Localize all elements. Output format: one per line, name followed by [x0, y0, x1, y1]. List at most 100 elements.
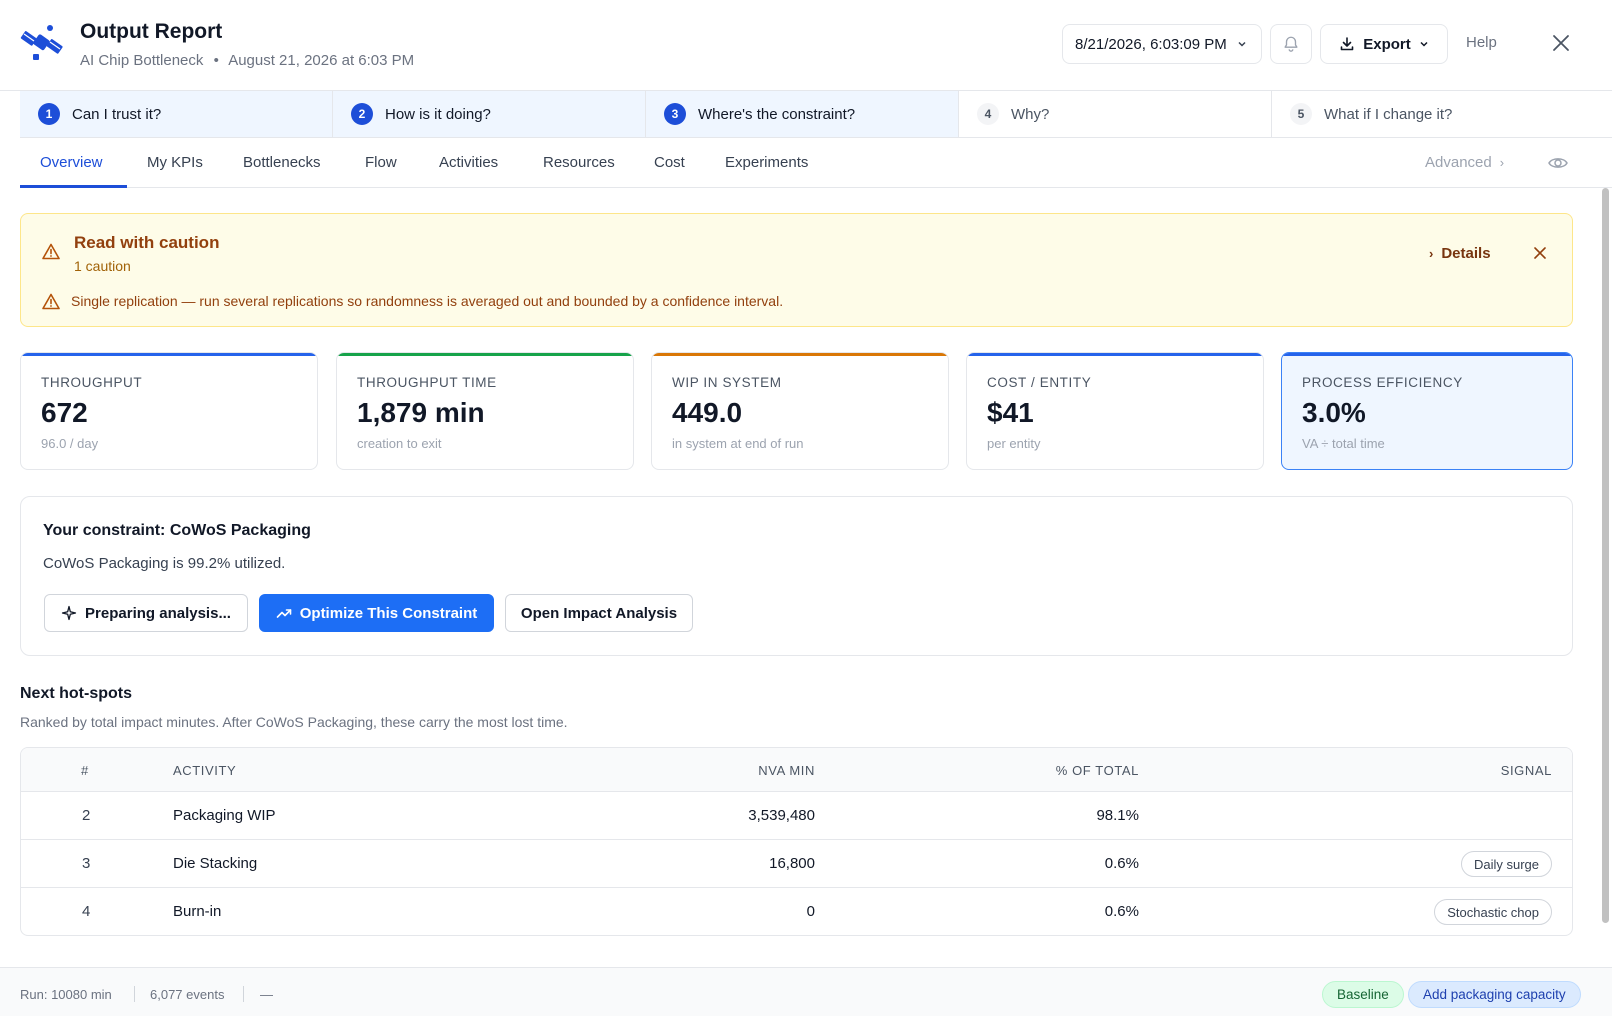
- tab-flow[interactable]: Flow: [365, 154, 397, 171]
- footer-divider: [134, 986, 135, 1002]
- row-activity: Burn-in: [173, 903, 222, 920]
- kpi-note: in system at end of run: [672, 436, 804, 451]
- kpi-label: WIP in System: [672, 375, 782, 390]
- row-nva: 3,539,480: [748, 807, 815, 824]
- sparkle-icon: [61, 605, 77, 621]
- details-label: Details: [1441, 245, 1491, 262]
- step-what-if[interactable]: 5 What if I change it?: [1272, 91, 1612, 137]
- kpi-value: 3.0%: [1302, 397, 1366, 428]
- kpi-card-throughput[interactable]: Throughput 672 96.0 / day: [20, 352, 318, 470]
- row-nva: 16,800: [769, 855, 815, 872]
- step-label: What if I change it?: [1324, 105, 1453, 123]
- footer-dash: —: [260, 987, 273, 1002]
- step-label: Can I trust it?: [72, 105, 162, 123]
- export-label: Export: [1363, 35, 1411, 53]
- step-number: 3: [664, 103, 686, 125]
- constraint-description: CoWoS Packaging is 99.2% utilized.: [43, 555, 286, 572]
- kpi-note: creation to exit: [357, 436, 442, 451]
- step-trust[interactable]: 1 Can I trust it?: [20, 91, 333, 137]
- kpi-card-cost[interactable]: Cost / Entity $41 per entity: [966, 352, 1264, 470]
- column-header-activity: Activity: [173, 763, 237, 778]
- close-icon[interactable]: [1532, 245, 1548, 261]
- table-header: # Activity NVA min % of total Signal: [21, 748, 1572, 792]
- page-scrollbar[interactable]: [1600, 188, 1610, 968]
- kpi-note: VA ÷ total time: [1302, 436, 1385, 451]
- step-constraint[interactable]: 3 Where's the constraint?: [646, 91, 959, 137]
- row-activity: Die Stacking: [173, 855, 258, 872]
- kpi-accent-bar: [652, 353, 948, 356]
- tab-my-kpis[interactable]: My KPIs: [147, 154, 203, 171]
- kpi-label: Throughput: [41, 375, 143, 390]
- table-row[interactable]: 4 Burn-in 0 0.6% Stochastic chop: [21, 888, 1572, 935]
- tab-overview[interactable]: Overview: [40, 154, 103, 171]
- details-button[interactable]: › Details: [1429, 245, 1491, 262]
- row-rank: 2: [82, 807, 91, 824]
- row-pct: 0.6%: [1104, 903, 1139, 920]
- hotspots-title: Next hot-spots: [20, 685, 132, 702]
- kpi-accent-bar: [967, 353, 1263, 356]
- close-icon[interactable]: [1550, 32, 1572, 54]
- kpi-accent-bar: [337, 353, 633, 356]
- tab-experiments[interactable]: Experiments: [725, 154, 808, 171]
- tab-bottlenecks[interactable]: Bottlenecks: [243, 154, 321, 171]
- warning-icon: [42, 293, 60, 310]
- scenario-chip[interactable]: Add packaging capacity: [1408, 981, 1581, 1008]
- optimize-constraint-button[interactable]: Optimize This Constraint: [259, 594, 494, 632]
- kpi-note: per entity: [987, 436, 1041, 451]
- hotspots-subtitle: Ranked by total impact minutes. After Co…: [20, 714, 568, 730]
- notifications-button[interactable]: [1270, 24, 1312, 64]
- warning-icon: [42, 243, 60, 260]
- advanced-toggle[interactable]: Advanced ›: [1425, 154, 1504, 171]
- chevron-right-icon: ›: [1499, 155, 1505, 170]
- run-date-value: 8/21/2026, 6:03:09 PM: [1075, 35, 1227, 53]
- kpi-accent-bar: [21, 353, 317, 356]
- tab-resources[interactable]: Resources: [543, 154, 615, 171]
- status-footer: Run: 10080 min 6,077 events — Baseline A…: [0, 967, 1612, 1016]
- kpi-card-efficiency[interactable]: Process Efficiency 3.0% VA ÷ total time: [1281, 352, 1573, 470]
- active-tab-indicator: [20, 185, 127, 188]
- subtitle-separator: •: [213, 52, 219, 69]
- preparing-analysis-button[interactable]: Preparing analysis...: [44, 594, 248, 632]
- kpi-value: $41: [987, 397, 1034, 428]
- caution-banner: Read with caution 1 caution Single repli…: [20, 213, 1573, 327]
- help-link[interactable]: Help: [1466, 34, 1497, 51]
- step-performance[interactable]: 2 How is it doing?: [333, 91, 646, 137]
- scrollbar-thumb[interactable]: [1602, 188, 1609, 923]
- step-number: 1: [38, 103, 60, 125]
- step-number: 4: [977, 103, 999, 125]
- tab-activities[interactable]: Activities: [439, 154, 498, 171]
- eye-icon[interactable]: [1547, 152, 1569, 174]
- chevron-down-icon: [1238, 41, 1246, 47]
- table-row[interactable]: 2 Packaging WIP 3,539,480 98.1%: [21, 792, 1572, 840]
- page-title: Output Report: [80, 20, 223, 43]
- row-pct: 0.6%: [1104, 855, 1139, 872]
- chevron-down-icon: [1420, 41, 1428, 47]
- kpi-label: Throughput Time: [357, 375, 497, 390]
- row-nva: 0: [806, 903, 815, 920]
- signal-badge: Stochastic chop: [1434, 899, 1552, 925]
- tab-cost[interactable]: Cost: [654, 154, 685, 171]
- run-length: Run: 10080 min: [20, 987, 112, 1002]
- row-activity: Packaging WIP: [173, 807, 276, 824]
- kpi-card-throughput-time[interactable]: Throughput Time 1,879 min creation to ex…: [336, 352, 634, 470]
- hotspots-table: # Activity NVA min % of total Signal 2 P…: [20, 747, 1573, 936]
- run-date-select[interactable]: 8/21/2026, 6:03:09 PM: [1062, 24, 1262, 64]
- caution-message: Single replication — run several replica…: [71, 293, 784, 309]
- event-count: 6,077 events: [150, 987, 225, 1002]
- advanced-label: Advanced: [1425, 154, 1492, 171]
- step-label: Where's the constraint?: [698, 105, 856, 123]
- impact-analysis-button[interactable]: Open Impact Analysis: [505, 594, 693, 632]
- baseline-chip[interactable]: Baseline: [1322, 981, 1404, 1008]
- column-header-signal: Signal: [1500, 763, 1552, 778]
- kpi-card-wip[interactable]: WIP in System 449.0 in system at end of …: [651, 352, 949, 470]
- project-name: AI Chip Bottleneck: [80, 52, 204, 69]
- kpi-accent-bar: [1282, 353, 1572, 356]
- table-row[interactable]: 3 Die Stacking 16,800 0.6% Daily surge: [21, 840, 1572, 888]
- row-rank: 4: [82, 903, 91, 920]
- satellite-logo-icon: [20, 25, 63, 60]
- trend-up-icon: [276, 609, 292, 618]
- step-number: 2: [351, 103, 373, 125]
- step-why[interactable]: 4 Why?: [959, 91, 1272, 137]
- step-label: How is it doing?: [385, 105, 491, 123]
- export-button[interactable]: Export: [1320, 24, 1448, 64]
